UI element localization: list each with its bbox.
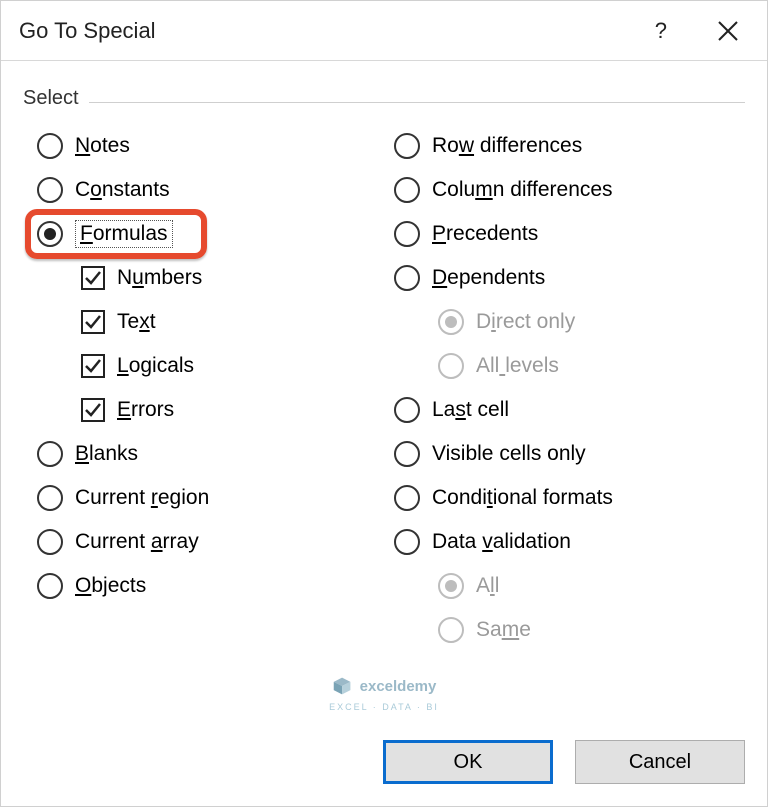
radio-icon bbox=[394, 441, 420, 467]
radio-icon bbox=[37, 485, 63, 511]
option-blanks-label: Blanks bbox=[75, 442, 138, 466]
option-condf[interactable]: Conditional formats bbox=[394, 476, 745, 520]
check-icon bbox=[81, 398, 105, 422]
options-columns: Notes Constants Formulas Numbers Text Logical… bbox=[23, 110, 745, 652]
option-rowdiff-label: Row differences bbox=[432, 134, 582, 158]
option-objects-label: Objects bbox=[75, 574, 146, 598]
option-datav-label: Data validation bbox=[432, 530, 571, 554]
option-dep[interactable]: Dependents bbox=[394, 256, 745, 300]
radio-icon bbox=[37, 133, 63, 159]
radio-icon bbox=[438, 617, 464, 643]
option-curreg[interactable]: Current region bbox=[37, 476, 388, 520]
watermark: exceldemy EXCEL · DATA · BI bbox=[329, 676, 439, 712]
dialog-title: Go To Special bbox=[19, 18, 156, 44]
radio-icon bbox=[394, 529, 420, 555]
option-text[interactable]: Text bbox=[37, 300, 388, 344]
select-group: Select Notes Constants Formulas Numbers Text… bbox=[23, 79, 745, 652]
radio-icon bbox=[438, 353, 464, 379]
radio-icon bbox=[37, 177, 63, 203]
help-button[interactable]: ? bbox=[655, 18, 667, 44]
watermark-sub: EXCEL · DATA · BI bbox=[329, 702, 439, 712]
goto-special-dialog: Go To Special ? Select Notes Constants For… bbox=[0, 0, 768, 807]
option-coldiff-label: Column differences bbox=[432, 178, 613, 202]
window-buttons: ? bbox=[655, 18, 767, 44]
option-coldiff[interactable]: Column differences bbox=[394, 168, 745, 212]
option-curreg-label: Current region bbox=[75, 486, 209, 510]
radio-icon bbox=[394, 133, 420, 159]
option-direct-label: Direct only bbox=[476, 310, 575, 334]
radio-icon bbox=[438, 309, 464, 335]
option-notes[interactable]: Notes bbox=[37, 124, 388, 168]
option-text-label: Text bbox=[117, 310, 156, 334]
options-right-column: Row differences Column differences Precede… bbox=[388, 124, 745, 652]
option-same-label: Same bbox=[476, 618, 531, 642]
option-datav[interactable]: Data validation bbox=[394, 520, 745, 564]
option-all-label: All bbox=[476, 574, 499, 598]
option-logicals[interactable]: Logicals bbox=[37, 344, 388, 388]
radio-icon bbox=[37, 529, 63, 555]
check-icon bbox=[81, 266, 105, 290]
group-label: Select bbox=[23, 87, 89, 110]
option-same: Same bbox=[394, 608, 745, 652]
option-curarr[interactable]: Current array bbox=[37, 520, 388, 564]
watermark-logo-icon bbox=[332, 676, 352, 696]
option-rowdiff[interactable]: Row differences bbox=[394, 124, 745, 168]
option-lastcell-label: Last cell bbox=[432, 398, 509, 422]
radio-icon bbox=[394, 485, 420, 511]
watermark-brand: exceldemy bbox=[360, 678, 437, 695]
option-prec[interactable]: Precedents bbox=[394, 212, 745, 256]
radio-icon bbox=[37, 441, 63, 467]
radio-icon bbox=[394, 221, 420, 247]
ok-button[interactable]: OK bbox=[383, 740, 553, 784]
option-constants[interactable]: Constants bbox=[37, 168, 388, 212]
option-visible-label: Visible cells only bbox=[432, 442, 586, 466]
option-dep-label: Dependents bbox=[432, 266, 545, 290]
radio-icon bbox=[394, 397, 420, 423]
radio-icon bbox=[394, 265, 420, 291]
option-alllev-label: All levels bbox=[476, 354, 559, 378]
option-formulas-label: Formulas bbox=[75, 220, 173, 248]
cancel-button[interactable]: Cancel bbox=[575, 740, 745, 784]
dialog-body: Select Notes Constants Formulas Numbers Text… bbox=[1, 61, 767, 736]
dialog-footer: OK Cancel bbox=[1, 736, 767, 806]
option-notes-label: Notes bbox=[75, 134, 130, 158]
option-lastcell[interactable]: Last cell bbox=[394, 388, 745, 432]
close-icon bbox=[717, 20, 739, 42]
option-visible[interactable]: Visible cells only bbox=[394, 432, 745, 476]
check-icon bbox=[81, 354, 105, 378]
option-errors-label: Errors bbox=[117, 398, 174, 422]
option-constants-label: Constants bbox=[75, 178, 170, 202]
check-icon bbox=[81, 310, 105, 334]
radio-icon bbox=[37, 221, 63, 247]
radio-icon bbox=[438, 573, 464, 599]
option-prec-label: Precedents bbox=[432, 222, 538, 246]
option-numbers[interactable]: Numbers bbox=[37, 256, 388, 300]
titlebar: Go To Special ? bbox=[1, 1, 767, 61]
option-numbers-label: Numbers bbox=[117, 266, 202, 290]
close-button[interactable] bbox=[717, 20, 739, 42]
option-condf-label: Conditional formats bbox=[432, 486, 613, 510]
options-left-column: Notes Constants Formulas Numbers Text Logical… bbox=[23, 124, 388, 652]
option-errors[interactable]: Errors bbox=[37, 388, 388, 432]
option-curarr-label: Current array bbox=[75, 530, 199, 554]
option-objects[interactable]: Objects bbox=[37, 564, 388, 608]
radio-icon bbox=[37, 573, 63, 599]
option-alllev: All levels bbox=[394, 344, 745, 388]
option-logicals-label: Logicals bbox=[117, 354, 194, 378]
option-all: All bbox=[394, 564, 745, 608]
option-blanks[interactable]: Blanks bbox=[37, 432, 388, 476]
group-separator bbox=[23, 102, 745, 103]
option-direct: Direct only bbox=[394, 300, 745, 344]
option-formulas[interactable]: Formulas bbox=[37, 212, 388, 256]
radio-icon bbox=[394, 177, 420, 203]
